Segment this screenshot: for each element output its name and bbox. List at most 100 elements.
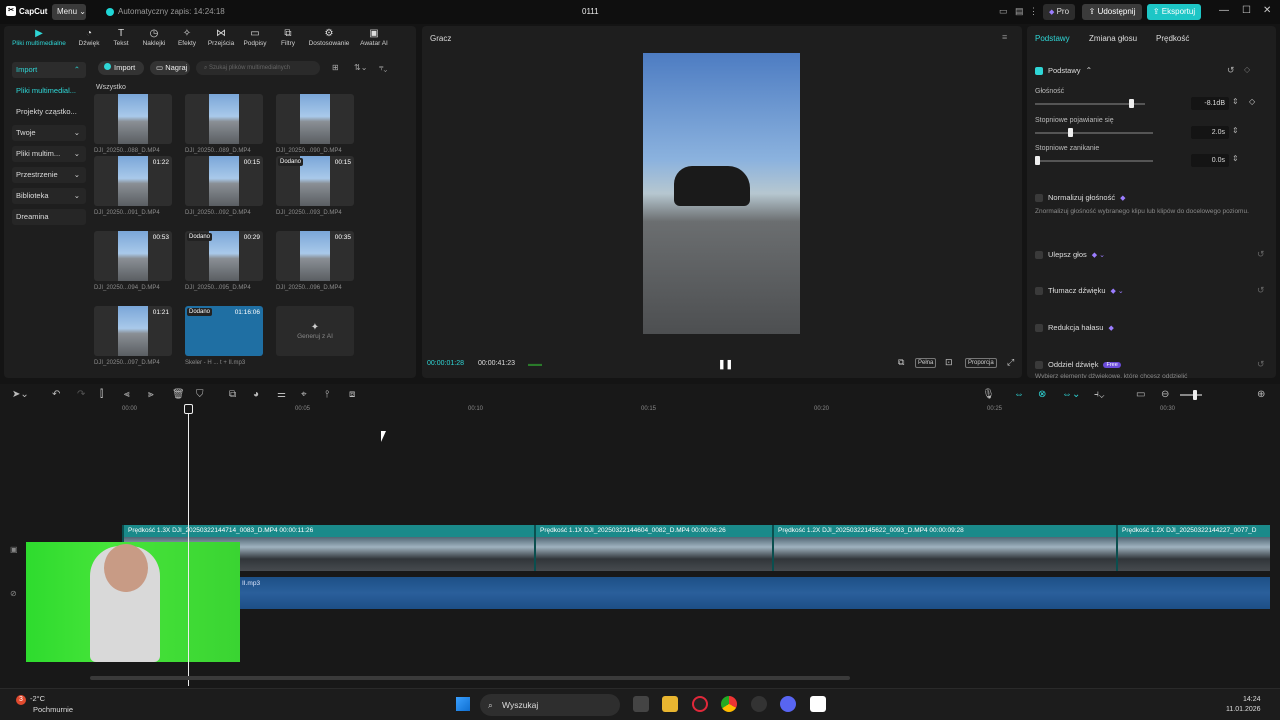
link-clips-icon[interactable]: ⇔⌄: [1062, 389, 1080, 400]
taskbar-search[interactable]: ⌕ Wyszukaj: [480, 694, 620, 716]
stepper-icon[interactable]: ⇕: [1232, 154, 1239, 163]
split-icon[interactable]: ⫿: [100, 389, 103, 400]
file-explorer-icon[interactable]: [662, 696, 678, 712]
zoom-out-icon[interactable]: ⊖: [1161, 389, 1169, 400]
filter-icon[interactable]: ⫧⌄: [379, 63, 387, 73]
sort-icon[interactable]: ⇅⌄: [354, 63, 367, 72]
fadeout-value[interactable]: 0.0s: [1191, 154, 1229, 167]
playhead[interactable]: [188, 404, 189, 686]
taskbar-clock[interactable]: 14:24 11.01.2026: [1226, 695, 1261, 715]
weather-widget[interactable]: 3 -2°C Pochmurnie: [16, 694, 73, 715]
ai-effect-icon[interactable]: ◕: [253, 389, 259, 400]
crop-icon[interactable]: ⧉: [898, 357, 904, 368]
full-quality-button[interactable]: Pełna: [915, 358, 937, 368]
export-button[interactable]: ⇪ Eksportuj: [1147, 4, 1201, 20]
tab-text[interactable]: T Tekst: [104, 26, 138, 52]
undo-icon[interactable]: ↶: [52, 389, 60, 400]
tab-ai-avatar[interactable]: ▣ Awatar AI: [354, 26, 394, 52]
media-tile[interactable]: 01:22 DJI_20250...091_D.MP4: [94, 156, 172, 216]
volume-value[interactable]: -8.1dB: [1191, 97, 1229, 110]
close-icon[interactable]: ✕: [1263, 5, 1271, 16]
translate-row[interactable]: Tłumacz dźwięku ◆ ⌄: [1035, 286, 1124, 295]
sidebar-item-media[interactable]: Pliki multimedial...: [12, 83, 86, 99]
tab-captions[interactable]: ▭ Podpisy: [238, 26, 272, 52]
media-tile[interactable]: 00:35 DJI_20250...096_D.MP4: [276, 231, 354, 291]
marker-icon[interactable]: ⛉: [196, 389, 204, 400]
freeze-icon[interactable]: ⧉: [229, 389, 236, 400]
share-button[interactable]: ⇪ Udostępnij: [1082, 4, 1142, 20]
opera-icon[interactable]: [692, 696, 708, 712]
fadein-value[interactable]: 2.0s: [1191, 126, 1229, 139]
tab-basics[interactable]: Podstawy: [1035, 34, 1070, 43]
stepper-icon[interactable]: ⇕: [1232, 126, 1239, 135]
tab-effects[interactable]: ✧ Efekty: [170, 26, 204, 52]
tab-audio[interactable]: ◔ Dźwięk: [74, 26, 104, 52]
stepper-icon[interactable]: ⇕: [1232, 97, 1239, 106]
project-name[interactable]: 0111: [582, 7, 599, 16]
tab-stickers[interactable]: ◷ Naklejki: [138, 26, 170, 52]
media-tile[interactable]: 01:21 DJI_20250...097_D.MP4: [94, 306, 172, 366]
sidebar-item-subprojects[interactable]: Projekty cząstko...: [12, 104, 86, 120]
delete-icon[interactable]: 🗑: [172, 389, 185, 400]
split-right-icon[interactable]: ⫸: [148, 389, 154, 400]
sidebar-item-spaces[interactable]: Przestrzenie ⌄: [12, 167, 86, 183]
fadein-knob[interactable]: [1068, 128, 1073, 137]
translate-checkbox[interactable]: [1035, 286, 1043, 295]
auto-reframe-icon[interactable]: ⌖: [301, 389, 307, 400]
tab-voice-change[interactable]: Zmiana głosu: [1089, 34, 1137, 43]
maximize-icon[interactable]: ☐: [1242, 5, 1251, 16]
timeline-ruler[interactable]: 00:00 00:05 00:10 00:15 00:20 00:25 00:3…: [122, 406, 1280, 416]
discord-icon[interactable]: [780, 696, 796, 712]
media-tile[interactable]: DJI_20250...088_D.MP4: [94, 94, 172, 154]
select-tool-icon[interactable]: ➤⌄: [12, 389, 29, 400]
zoom-slider-knob[interactable]: [1193, 390, 1197, 400]
fadeout-slider[interactable]: [1035, 160, 1153, 162]
tab-filters[interactable]: ⧉ Filtry: [272, 26, 304, 52]
normalize-row[interactable]: Normalizuj głośność ◆: [1035, 193, 1126, 202]
adjust-timeline-icon[interactable]: ⚌: [277, 389, 286, 400]
audio-track-icon[interactable]: ⊘: [10, 589, 17, 598]
fadein-slider[interactable]: [1035, 132, 1153, 134]
enhance-voice-checkbox[interactable]: [1035, 250, 1043, 259]
sidebar-item-dreamina[interactable]: Dreamina: [12, 209, 86, 225]
video-clip[interactable]: Prędkość 1.2X DJI_20250322144227_0077_D: [1116, 525, 1270, 571]
tab-adjust[interactable]: ⚙ Dostosowanie: [304, 26, 354, 52]
minimize-icon[interactable]: —: [1219, 5, 1229, 16]
split-left-icon[interactable]: ⫷: [124, 389, 130, 400]
tab-speed[interactable]: Prędkość: [1156, 34, 1189, 43]
tab-media[interactable]: ▶ Pliki multimedialne: [4, 26, 74, 52]
enhance-voice-row[interactable]: Ulepsz głos ◆ ⌄: [1035, 250, 1105, 259]
separate-audio-checkbox[interactable]: [1035, 360, 1043, 369]
pause-button[interactable]: ❚❚: [718, 359, 733, 370]
microphone-icon[interactable]: 🎙: [982, 389, 995, 400]
magnet-icon[interactable]: ⊗: [1038, 389, 1046, 400]
crop-timeline-icon[interactable]: ⧈: [349, 389, 355, 400]
grid-view-icon[interactable]: ⊞: [332, 63, 339, 72]
fullscreen-icon[interactable]: ⤢: [1007, 357, 1014, 368]
volume-knob[interactable]: [1128, 99, 1134, 108]
media-tile[interactable]: DJI_20250...089_D.MP4: [185, 94, 263, 154]
reset-icon[interactable]: ↺: [1257, 285, 1265, 296]
preview-axis-icon[interactable]: ⫞⌄: [1094, 389, 1104, 400]
audio-split-icon[interactable]: ⫯: [325, 389, 329, 400]
video-clip[interactable]: Prędkość 1.1X DJI_20250322144604_0082_D.…: [534, 525, 772, 571]
audio-clip[interactable]: II.mp3: [240, 577, 1270, 609]
capcut-taskbar-icon[interactable]: [810, 696, 826, 712]
layout-icon[interactable]: ▭: [999, 6, 1008, 17]
chrome-icon[interactable]: [721, 696, 737, 712]
player-menu-icon[interactable]: ≡: [1002, 32, 1007, 42]
record-button[interactable]: ▭ Nagraj: [150, 61, 190, 75]
import-button[interactable]: Import: [98, 61, 144, 75]
redo-icon[interactable]: ↷: [77, 389, 85, 400]
generate-ai-tile[interactable]: ✦ Generuj z AI: [276, 306, 354, 356]
media-tile[interactable]: Dodano 00:15 DJI_20250...093_D.MP4: [276, 156, 354, 216]
media-search-input[interactable]: ⌕ Szukaj plików multimedialnych: [196, 61, 320, 75]
reset-icon[interactable]: ↺: [1227, 65, 1235, 76]
video-track-icon[interactable]: ▣: [10, 545, 18, 554]
basics-checkbox[interactable]: [1035, 66, 1043, 75]
reset-icon[interactable]: ↺: [1257, 359, 1265, 370]
sidebar-item-library[interactable]: Biblioteka ⌄: [12, 188, 86, 204]
fadeout-knob[interactable]: [1035, 156, 1040, 165]
video-clip[interactable]: Prędkość 1.2X DJI_20250322145622_0093_D.…: [772, 525, 1116, 571]
noise-reduction-row[interactable]: Redukcja hałasu ◆: [1035, 323, 1114, 332]
